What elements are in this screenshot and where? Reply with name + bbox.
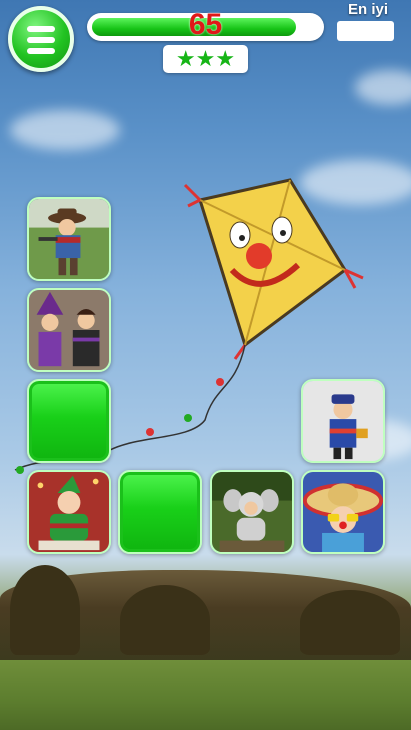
witch-costume-girls-photo [29,290,109,370]
best-score-label: En iyi [347,1,388,18]
elf-baby-photo [29,472,109,552]
menu-button[interactable] [8,6,74,72]
timer-value: 65 [188,8,223,41]
card-witch-girls[interactable] [27,288,111,372]
star-rating: ★★★ [163,45,248,73]
card-hidden[interactable] [27,379,111,463]
best-score-box [337,21,394,41]
elephant-costume-baby-photo [212,472,292,552]
card-elephant-baby[interactable] [210,470,294,554]
background-tree [300,590,400,655]
sombrero-baby-photo [303,472,383,552]
cowboy-child-photo [29,199,109,279]
background-tree [120,585,210,655]
card-cowboy-child[interactable] [27,197,111,281]
background-tree [10,565,80,655]
hamburger-menu-icon-bar [27,37,55,43]
hamburger-menu-icon [27,26,55,32]
hamburger-menu-icon-bar [27,48,55,54]
card-sombrero-baby[interactable] [301,470,385,554]
background-cloud [300,160,411,205]
card-hidden[interactable] [118,470,202,554]
star-icons: ★★★ [175,46,236,71]
background-cloud [10,110,120,150]
card-elf-baby[interactable] [27,470,111,554]
card-traditional-costume-child[interactable] [301,379,385,463]
background-cloud [355,70,411,105]
child-traditional-costume-photo [303,381,383,461]
background-field [0,660,411,730]
